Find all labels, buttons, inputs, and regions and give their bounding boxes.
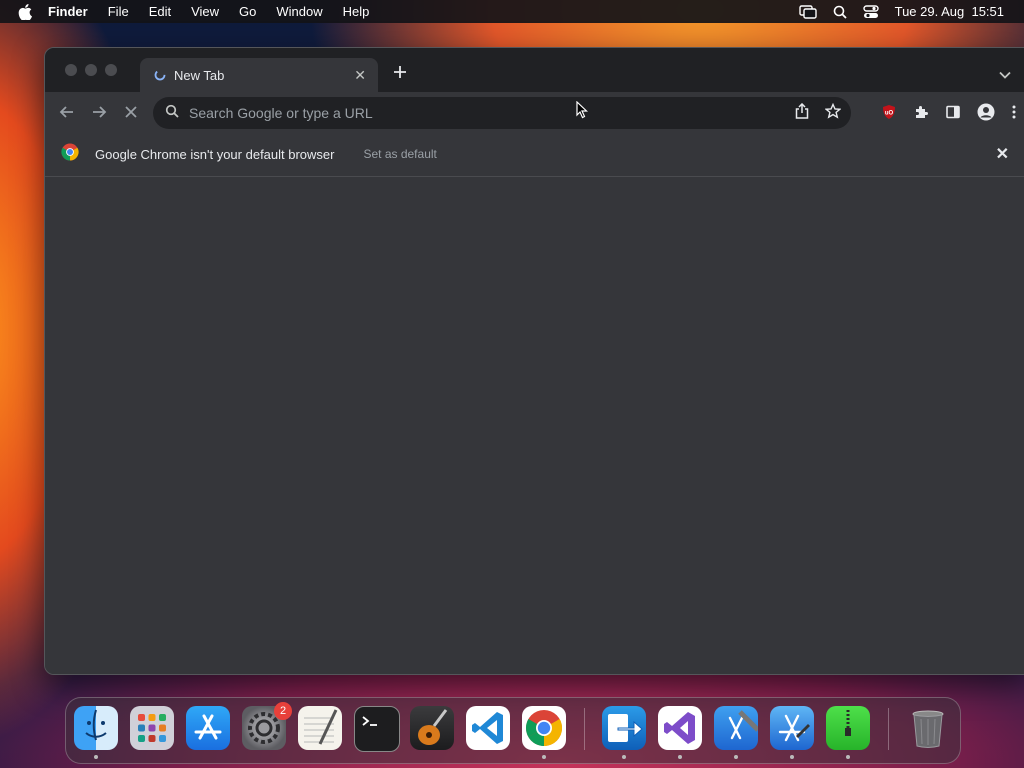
menu-bar: Finder File Edit View Go Window Help Tue…: [0, 0, 1024, 23]
running-indicator: [542, 755, 546, 759]
running-indicator: [734, 755, 738, 759]
vscode-dock-icon[interactable]: [466, 706, 510, 750]
default-browser-infobar: Google Chrome isn't your default browser…: [45, 132, 1024, 177]
extensions-puzzle-icon[interactable]: [913, 104, 929, 125]
running-indicator: [94, 755, 98, 759]
simulator-dock-icon[interactable]: [770, 706, 814, 759]
app-store-dock-icon[interactable]: [186, 706, 230, 750]
menu-window[interactable]: Window: [276, 4, 322, 19]
chrome-logo-icon: [61, 143, 79, 166]
tab-new-tab[interactable]: New Tab ✕: [140, 58, 378, 92]
forward-arrow-icon[interactable]: [90, 103, 108, 121]
running-indicator: [678, 755, 682, 759]
screen-mirroring-icon[interactable]: [798, 4, 817, 19]
trash-dock-icon[interactable]: [906, 706, 950, 750]
tab-strip: New Tab ✕: [45, 48, 1024, 92]
tab-search-chevron-icon[interactable]: [999, 66, 1011, 84]
page-content: [45, 177, 1024, 674]
profile-avatar-icon[interactable]: [977, 103, 995, 126]
notification-badge: 2: [274, 702, 292, 720]
back-arrow-icon[interactable]: [58, 103, 76, 121]
archive-utility-dock-icon[interactable]: [826, 706, 870, 759]
stop-loading-icon[interactable]: [122, 103, 140, 121]
garageband-dock-icon[interactable]: [410, 706, 454, 750]
close-window-button[interactable]: [65, 64, 77, 76]
infobar-message: Google Chrome isn't your default browser: [95, 146, 335, 162]
new-tab-button[interactable]: [391, 63, 409, 81]
set-as-default-button[interactable]: Set as default: [363, 147, 436, 161]
spotlight-search-icon[interactable]: [833, 5, 847, 19]
menu-app-name[interactable]: Finder: [48, 4, 88, 19]
side-panel-icon[interactable]: [945, 104, 961, 125]
chrome-dock-icon[interactable]: [522, 706, 566, 759]
bookmark-star-icon[interactable]: [824, 102, 842, 124]
apple-menu-icon[interactable]: [18, 3, 34, 20]
address-bar-placeholder: Search Google or type a URL: [189, 105, 373, 121]
menubar-clock[interactable]: Tue 29. Aug 15:51: [895, 4, 1004, 19]
browser-toolbar: Search Google or type a URL uO: [45, 92, 1024, 132]
share-icon[interactable]: [795, 102, 809, 124]
menu-edit[interactable]: Edit: [149, 4, 171, 19]
finder-dock-icon[interactable]: [74, 706, 118, 759]
search-icon: [165, 104, 179, 123]
ublock-origin-icon[interactable]: uO: [881, 104, 897, 125]
window-controls: [65, 64, 117, 76]
control-center-icon[interactable]: [862, 4, 879, 19]
textedit-dock-icon[interactable]: [298, 706, 342, 750]
menu-file[interactable]: File: [108, 4, 129, 19]
svg-text:uO: uO: [885, 111, 894, 117]
visual-studio-dock-icon[interactable]: [658, 706, 702, 759]
loading-spinner-icon: [154, 69, 166, 81]
menu-help[interactable]: Help: [343, 4, 370, 19]
migration-assistant-dock-icon[interactable]: [602, 706, 646, 759]
dock-separator: [584, 708, 585, 750]
running-indicator: [790, 755, 794, 759]
dock: 2: [65, 697, 961, 764]
more-menu-icon[interactable]: [1011, 104, 1017, 125]
menu-view[interactable]: View: [191, 4, 219, 19]
zoom-window-button[interactable]: [105, 64, 117, 76]
dock-separator: [888, 708, 889, 750]
mouse-pointer-icon: [576, 100, 589, 124]
running-indicator: [622, 755, 626, 759]
running-indicator: [846, 755, 850, 759]
menu-go[interactable]: Go: [239, 4, 256, 19]
address-bar[interactable]: Search Google or type a URL: [153, 97, 851, 129]
terminal-dock-icon[interactable]: [354, 706, 400, 752]
close-tab-icon[interactable]: ✕: [354, 67, 366, 84]
system-settings-dock-icon[interactable]: 2: [242, 702, 292, 750]
launchpad-dock-icon[interactable]: [130, 706, 174, 750]
infobar-close-icon[interactable]: ✕: [996, 144, 1009, 164]
chrome-window: New Tab ✕ Search Google or type a URL uO…: [44, 47, 1024, 675]
xcode-dock-icon[interactable]: [714, 706, 760, 759]
minimize-window-button[interactable]: [85, 64, 97, 76]
tab-title: New Tab: [174, 67, 225, 83]
